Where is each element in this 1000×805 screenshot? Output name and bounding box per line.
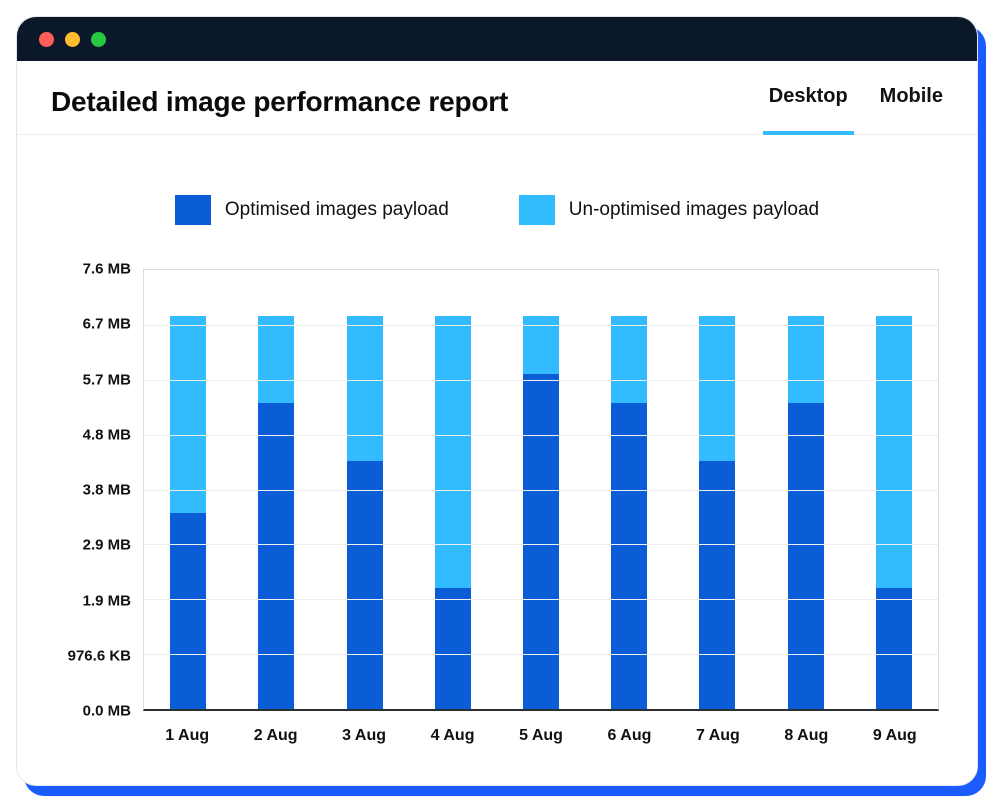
bar-segment-optimised [876,588,912,709]
grid-line [144,325,938,326]
grid-line [144,599,938,600]
y-tick-label: 3.8 MB [83,482,131,499]
legend-item-optimised: Optimised images payload [175,195,449,225]
device-tabs: Desktop Mobile [769,85,943,118]
x-tick-label: 8 Aug [784,727,828,745]
y-tick-label: 1.9 MB [83,592,131,609]
bar-segment-optimised [258,403,294,709]
x-axis: 1 Aug 2 Aug 3 Aug 4 Aug 5 Aug 6 Aug 7 Aug 8 Aug… [143,717,939,757]
bar-stack [699,316,735,709]
x-tick-label: 5 Aug [519,727,563,745]
bar-stack [611,316,647,709]
bar-segment-unoptimised [435,316,471,587]
x-tick-label: 7 Aug [696,727,740,745]
close-icon[interactable] [39,32,54,47]
grid-line [144,435,938,436]
bar-segment-optimised [435,588,471,709]
legend-swatch-unoptimised [519,195,555,225]
y-tick-label: 4.8 MB [83,426,131,443]
titlebar [17,17,977,61]
tab-mobile[interactable]: Mobile [880,85,943,118]
x-tick-label: 6 Aug [608,727,652,745]
bar-segment-unoptimised [258,316,294,403]
bar-segment-optimised [523,374,559,709]
legend-swatch-optimised [175,195,211,225]
x-tick-label: 4 Aug [431,727,475,745]
bar-segment-unoptimised [611,316,647,403]
chart-container: 0.0 MB 976.6 KB 1.9 MB 2.9 MB 3.8 MB 4.8 MB 5.… [17,259,977,785]
bar-segment-optimised [699,461,735,709]
bar-segment-optimised [170,513,206,709]
stacked-bar-chart: 0.0 MB 976.6 KB 1.9 MB 2.9 MB 3.8 MB 4.8 MB 5.… [51,259,943,757]
bar-segment-optimised [611,403,647,709]
y-tick-label: 2.9 MB [83,537,131,554]
page-header: Detailed image performance report Deskto… [17,61,977,135]
legend-item-unoptimised: Un-optimised images payload [519,195,819,225]
grid-line [144,380,938,381]
bar-stack [523,316,559,709]
bar-stack [876,316,912,709]
bar-segment-unoptimised [876,316,912,587]
x-tick-label: 2 Aug [254,727,298,745]
y-tick-label: 0.0 MB [83,703,131,720]
y-tick-label: 7.6 MB [83,261,131,278]
bar-segment-unoptimised [170,316,206,512]
x-tick-label: 3 Aug [342,727,386,745]
y-tick-label: 5.7 MB [83,371,131,388]
y-axis: 0.0 MB976.6 KB1.9 MB2.9 MB3.8 MB4.8 MB5.… [51,269,139,711]
y-tick-label: 976.6 KB [68,647,131,664]
bar-stack [435,316,471,709]
grid-line [144,544,938,545]
legend-label-unoptimised: Un-optimised images payload [569,199,819,221]
bar-segment-unoptimised [347,316,383,460]
maximize-icon[interactable] [91,32,106,47]
y-tick-label: 6.7 MB [83,316,131,333]
x-tick-label: 9 Aug [873,727,917,745]
legend-label-optimised: Optimised images payload [225,199,449,221]
tab-desktop[interactable]: Desktop [769,85,848,118]
minimize-icon[interactable] [65,32,80,47]
grid-line [144,490,938,491]
bar-segment-optimised [788,403,824,709]
bar-stack [258,316,294,709]
bar-segment-unoptimised [699,316,735,460]
x-tick-label: 1 Aug [165,727,209,745]
bar-stack [788,316,824,709]
grid-line [144,654,938,655]
chart-legend: Optimised images payload Un-optimised im… [17,195,977,225]
app-window: Detailed image performance report Deskto… [16,16,978,786]
bar-stack [170,316,206,709]
page-title: Detailed image performance report [51,86,508,118]
bar-segment-optimised [347,461,383,709]
plot-area [143,269,939,711]
bar-segment-unoptimised [788,316,824,403]
bar-stack [347,316,383,709]
